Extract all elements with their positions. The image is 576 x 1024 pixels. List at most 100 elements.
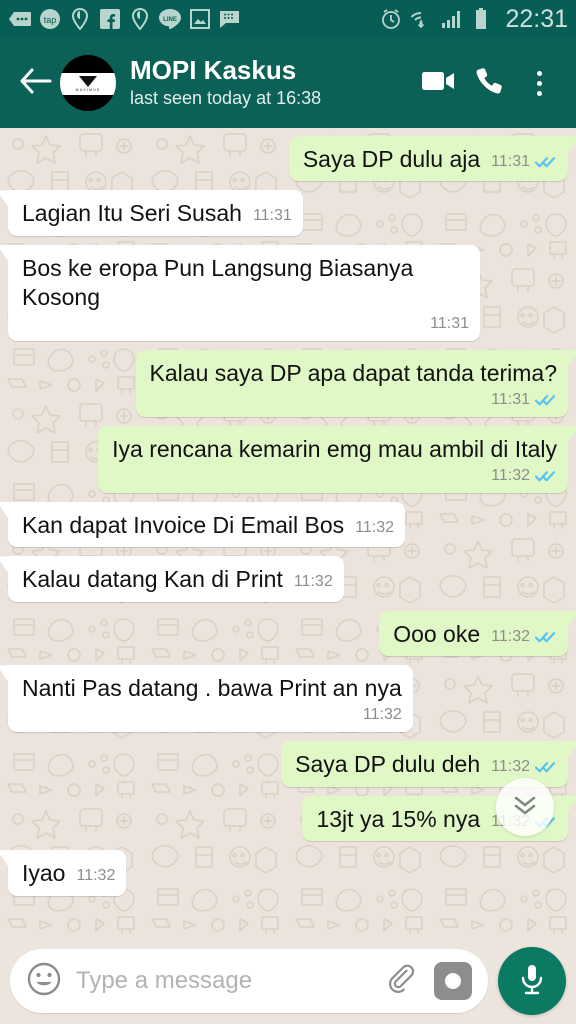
incoming-message-bubble[interactable]: Kalau datang Kan di Print 11:32 — [8, 556, 344, 602]
incoming-message-bubble[interactable]: Lagian Itu Seri Susah 11:31 — [8, 190, 303, 236]
tap-icon: tap — [38, 8, 61, 31]
message-list[interactable]: Saya DP dulu aja 11:31 Lagian Itu Seri Sus… — [0, 128, 576, 938]
message-meta: 11:31 — [150, 390, 557, 410]
message-timestamp: 11:32 — [293, 573, 333, 591]
message-timestamp: 11:31 — [430, 314, 469, 332]
incoming-message-bubble[interactable]: Bos ke eropa Pun Langsung Biasanya Koson… — [8, 244, 480, 342]
message-row: Kalau saya DP apa dapat tanda terima? 11:… — [8, 350, 568, 418]
voice-call-icon — [475, 67, 503, 100]
message-text: Kalau datang Kan di Print — [22, 566, 283, 593]
message-timestamp: 11:32 — [491, 758, 530, 776]
message-timestamp: 11:32 — [76, 867, 116, 885]
whatsapp-chat-screen: tap LINE 22:31 MAXIMUS MOPI Kaskus last … — [0, 0, 576, 1024]
message-meta: 11:32 — [491, 757, 557, 777]
pin-icon-2 — [128, 8, 151, 31]
header-actions — [416, 60, 562, 106]
message-row: Kan dapat Invoice Di Email Bos 11:32 — [8, 502, 568, 548]
incoming-message-bubble[interactable]: Nanti Pas datang . bawa Print an nya 11:3… — [8, 665, 413, 733]
message-text: Kalau saya DP apa dapat tanda terima? — [149, 360, 557, 387]
message-text: Bos ke eropa Pun Langsung Biasanya Koson… — [22, 254, 420, 311]
wifi-icon — [409, 8, 432, 31]
voice-record-button[interactable] — [498, 947, 566, 1015]
message-meta: 11:32 — [294, 572, 333, 592]
double-chevron-down-icon — [512, 794, 538, 821]
emoji-smiley-icon — [27, 962, 61, 1001]
input-pill[interactable]: Type a message — [10, 949, 488, 1013]
status-bar-notification-icons: tap LINE — [8, 8, 379, 31]
message-meta: 11:32 — [76, 866, 115, 886]
read-receipt-ticks-icon — [535, 760, 557, 774]
message-timestamp: 11:31 — [491, 390, 530, 408]
contact-info[interactable]: MOPI Kaskus last seen today at 16:38 — [130, 56, 416, 109]
message-row: Iyao 11:32 — [8, 850, 568, 896]
incoming-message-bubble[interactable]: Iyao 11:32 — [8, 850, 127, 896]
message-row: Lagian Itu Seri Susah 11:31 — [8, 190, 568, 236]
message-input[interactable]: Type a message — [76, 967, 368, 995]
emoji-button[interactable] — [24, 961, 64, 1001]
back-arrow-icon — [20, 68, 52, 99]
microphone-icon — [517, 962, 547, 1001]
messages-icon — [8, 8, 31, 31]
message-text: 13jt ya 15% nya — [316, 805, 481, 832]
message-input-bar: Type a message — [0, 938, 576, 1024]
blackberry-messenger-icon — [218, 8, 241, 31]
contact-name: MOPI Kaskus — [130, 56, 297, 86]
message-text: Kan dapat Invoice Di Email Bos — [22, 512, 345, 539]
message-meta: 11:32 — [355, 518, 394, 538]
message-meta: 11:32 — [22, 705, 402, 725]
message-timestamp: 11:31 — [491, 153, 530, 170]
message-text: Saya DP dulu aja — [302, 146, 481, 172]
message-row: 13jt ya 15% nya11:32 — [8, 795, 568, 842]
gallery-icon — [188, 8, 211, 31]
back-button[interactable] — [14, 61, 58, 105]
outgoing-message-bubble[interactable]: Ooo oke 11:32 — [379, 610, 568, 657]
message-meta: 11:32 — [491, 627, 557, 647]
outgoing-message-bubble[interactable]: Saya DP dulu aja 11:31 — [288, 136, 568, 182]
svg-text:tap: tap — [43, 15, 56, 25]
incoming-message-bubble[interactable]: Kan dapat Invoice Di Email Bos 11:32 — [8, 502, 406, 548]
message-row: Saya DP dulu deh 11:32 — [8, 741, 568, 787]
outgoing-message-bubble[interactable]: Iya rencana kemarin emg mau ambil di Ita… — [98, 426, 568, 494]
pin-icon — [68, 8, 91, 31]
signal-icon — [439, 8, 462, 31]
paperclip-icon — [384, 962, 418, 1001]
message-text: Ooo oke — [393, 620, 481, 647]
alarm-icon — [379, 8, 402, 31]
avatar-brand-text: MAXIMUS — [75, 88, 101, 93]
status-bar: tap LINE 22:31 — [0, 0, 576, 38]
message-timestamp: 11:32 — [491, 466, 530, 484]
message-row: Kalau datang Kan di Print 11:32 — [8, 556, 568, 602]
read-receipt-ticks-icon — [535, 630, 557, 644]
svg-text:LINE: LINE — [163, 17, 177, 23]
message-meta: 11:31 — [253, 206, 292, 226]
message-text: Lagian Itu Seri Susah — [22, 200, 242, 227]
contact-status: last seen today at 16:38 — [130, 88, 322, 109]
outgoing-message-bubble[interactable]: Kalau saya DP apa dapat tanda terima? 11:… — [135, 350, 568, 418]
message-meta: 11:31 — [491, 152, 557, 172]
message-text: Iya rencana kemarin emg mau ambil di Ita… — [112, 436, 557, 463]
message-row: Ooo oke 11:32 — [8, 610, 568, 657]
attach-button[interactable] — [380, 960, 422, 1002]
message-text: Saya DP dulu deh — [295, 751, 481, 778]
message-timestamp: 11:32 — [491, 627, 530, 645]
message-timestamp: 11:32 — [362, 705, 402, 723]
scroll-to-bottom-button[interactable] — [496, 778, 554, 836]
facebook-icon — [98, 8, 121, 31]
message-row: Bos ke eropa Pun Langsung Biasanya Koson… — [8, 244, 568, 342]
read-receipt-ticks-icon — [535, 469, 557, 483]
message-text: Iyao — [22, 860, 66, 887]
message-row: Iya rencana kemarin emg mau ambil di Ita… — [8, 426, 568, 494]
camera-button[interactable] — [434, 962, 472, 1000]
message-meta: 11:31 — [22, 314, 469, 334]
voice-call-button[interactable] — [466, 60, 512, 106]
overflow-menu-icon — [536, 70, 542, 96]
read-receipt-ticks-icon — [535, 155, 557, 169]
status-bar-clock: 22:31 — [505, 4, 568, 33]
overflow-menu-button[interactable] — [516, 60, 562, 106]
read-receipt-ticks-icon — [535, 393, 557, 407]
avatar[interactable]: MAXIMUS — [60, 55, 116, 111]
video-call-button[interactable] — [416, 60, 462, 106]
message-row: Saya DP dulu aja 11:31 — [8, 136, 568, 182]
message-timestamp: 11:31 — [252, 207, 292, 225]
status-bar-system-icons: 22:31 — [379, 4, 568, 33]
